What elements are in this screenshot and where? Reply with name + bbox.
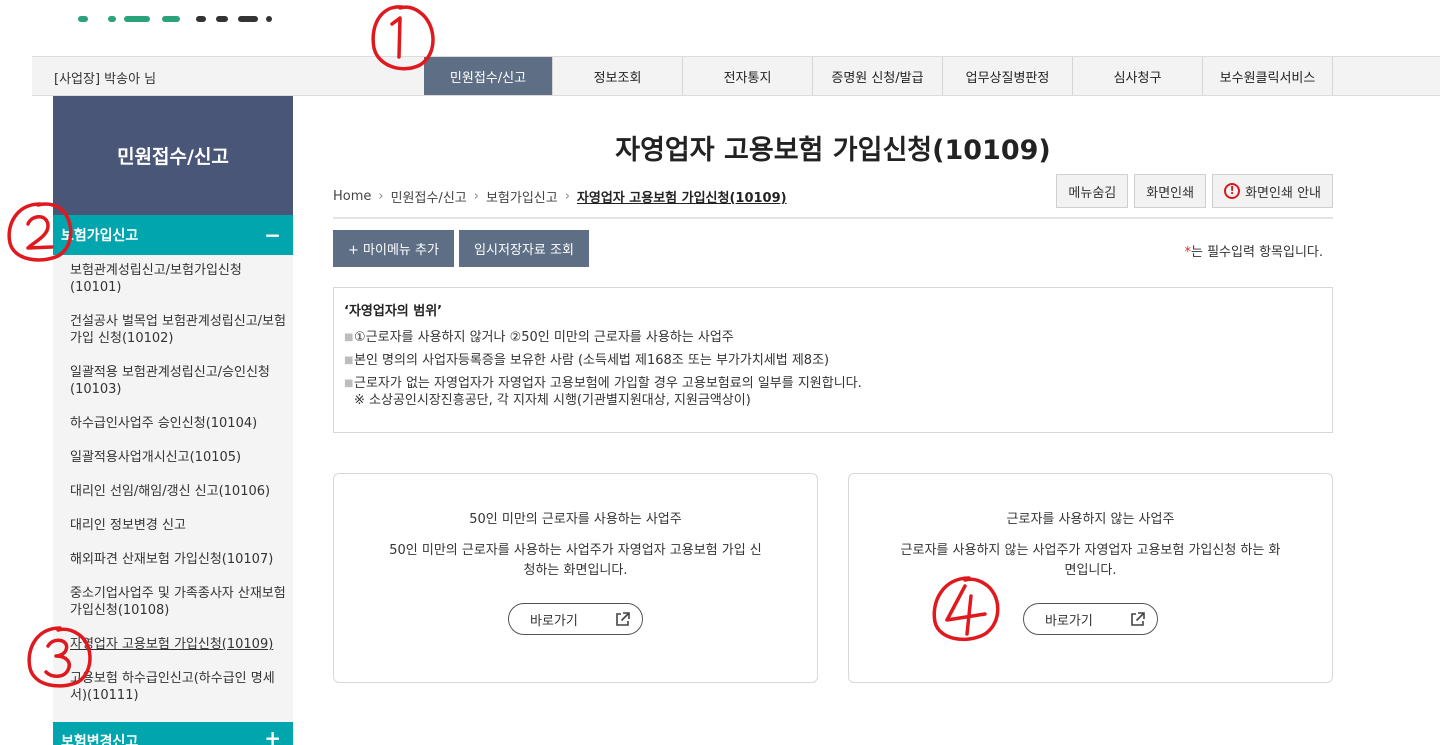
info-line: ■ 근로자가 없는 자영업자가 자영업자 고용보험에 가입할 경우 고용보험료의 … [344,376,1322,392]
alert-icon: ! [1224,183,1241,199]
sidebar-item[interactable]: 대리인 정보변경 신고 [70,517,293,551]
info-line: ■ ①근로자를 사용하지 않거나 ②50인 미만의 근로자를 사용하는 사업주 [344,330,1322,346]
breadcrumb-item[interactable]: 민원접수/신고 [391,187,467,206]
info-subnote: ※ 소상공인시장진흥공단, 각 지자체 시행(기관별지원대상, 지원금액상이) [354,393,751,408]
chevron-right-icon: › [473,189,479,204]
sidebar-item[interactable]: 하수급인사업주 승인신청(10104) [70,415,293,449]
global-nav-bar: [사업장] 박송아 님 민원접수/신고 정보조회 전자통지 증명원 신청/발급 … [32,56,1440,96]
option-card-no-employees: 근로자를 사용하지 않는 사업주 근로자를 사용하지 않는 사업주가 자영업자 … [848,473,1333,683]
chevron-right-icon: › [564,189,570,204]
page-tools: 메뉴숨김 화면인쇄 ! 화면인쇄 안내 [1056,174,1333,208]
info-line-text: ①근로자를 사용하지 않거나 ②50인 미만의 근로자를 사용하는 사업주 [354,330,734,345]
page-title: 자영업자 고용보험 가입신청(10109) [615,135,1051,166]
external-link-icon [616,611,630,626]
gnb-item-pay-one-click[interactable]: 보수원클릭서비스 [1203,57,1333,95]
title-divider [333,217,1333,219]
card-title: 근로자를 사용하지 않는 사업주 [1006,512,1175,527]
print-guide-label: 화면인쇄 안내 [1245,185,1321,201]
breadcrumb-home[interactable]: Home [333,189,371,204]
option-card-under-50: 50인 미만의 근로자를 사용하는 사업주 50인 미만의 근로자를 사용하는 … [333,473,818,683]
required-note: *는 필수입력 항목입니다. [1185,241,1324,260]
sidebar-list: 보험관계성립신고/보험가입신청(10101) 건설공사 벌목업 보험관계성립신고… [53,255,293,721]
print-button[interactable]: 화면인쇄 [1134,174,1207,208]
goto-button[interactable]: 바로가기 [508,603,643,635]
gnb-item-review-request[interactable]: 심사청구 [1073,57,1203,95]
sidebar-item[interactable]: 일괄적용 보험관계성립신고/승인신청(10103) [70,364,293,415]
sidebar-item[interactable]: 해외파견 산재보험 가입신청(10107) [70,551,293,585]
chevron-right-icon: › [378,189,384,204]
bullet-icon: ■ [344,378,354,389]
goto-label: 바로가기 [530,613,578,629]
bullet-icon: ■ [344,355,354,366]
global-menu: 민원접수/신고 정보조회 전자통지 증명원 신청/발급 업무상질병판정 심사청구… [424,57,1333,95]
expand-icon[interactable]: + [264,728,281,745]
info-line-text: 본인 명의의 사업자등록증을 보유한 사람 (소득세법 제168조 또는 부가가… [354,353,830,368]
sidebar-item[interactable]: 고용보험 하수급인신고(하수급인 명세서)(10111) [70,670,293,721]
sidebar-item-current[interactable]: 자영업자 고용보험 가입신청(10109) [70,636,293,670]
gnb-item-civil-report[interactable]: 민원접수/신고 [424,57,553,95]
info-box: ‘자영업자의 범위’ ■ ①근로자를 사용하지 않거나 ②50인 미만의 근로자를… [333,287,1333,433]
card-description: 50인 미만의 근로자를 사용하는 사업주가 자영업자 고용보험 가입 신청하는… [389,543,762,578]
site-logo[interactable] [78,4,278,30]
temp-saved-lookup-button[interactable]: 임시저장자료 조회 [459,230,589,267]
sidebar-item[interactable]: 일괄적용사업개시신고(10105) [70,449,293,483]
sidebar-category-label: 보험가입신고 [61,228,139,244]
sidebar-item[interactable]: 보험관계성립신고/보험가입신청(10101) [70,262,293,313]
info-line: ■ 본인 명의의 사업자등록증을 보유한 사람 (소득세법 제168조 또는 부가… [344,353,1322,369]
user-greeting: [사업장] 박송아 님 [54,72,157,87]
info-line-text: 근로자가 없는 자영업자가 자영업자 고용보험에 가입할 경우 고용보험료의 일… [354,376,862,391]
collapse-icon[interactable]: − [264,223,281,247]
breadcrumb: Home › 민원접수/신고 › 보험가입신고 › 자영업자 고용보험 가입신청… [333,187,787,206]
breadcrumb-item[interactable]: 보험가입신고 [486,187,558,206]
add-my-menu-button[interactable]: + 마이메뉴 추가 [333,230,454,267]
breadcrumb-current: 자영업자 고용보험 가입신청(10109) [576,191,787,206]
gnb-item-e-notice[interactable]: 전자통지 [683,57,813,95]
gnb-item-info-lookup[interactable]: 정보조회 [553,57,683,95]
info-heading: ‘자영업자의 범위’ [344,304,443,319]
required-note-text: 는 필수입력 항목입니다. [1191,245,1323,260]
goto-label: 바로가기 [1045,613,1093,629]
sidebar-category-insurance-join[interactable]: 보험가입신고 − [53,215,293,255]
external-link-icon [1131,611,1145,626]
sidebar-category-insurance-change[interactable]: 보험변경신고 + [53,722,293,745]
sidebar-title: 민원접수/신고 [53,96,293,215]
card-description: 근로자를 사용하지 않는 사업주가 자영업자 고용보험 가입신청 하는 화면입니… [900,543,1281,578]
print-guide-button[interactable]: ! 화면인쇄 안내 [1212,174,1333,208]
gnb-item-certificate[interactable]: 증명원 신청/발급 [813,57,943,95]
sidebar: 민원접수/신고 보험가입신고 − 보험관계성립신고/보험가입신청(10101) … [53,96,293,745]
sidebar-item[interactable]: 대리인 선임/해임/갱신 신고(10106) [70,483,293,517]
sidebar-category2-label: 보험변경신고 [61,734,139,745]
goto-button[interactable]: 바로가기 [1023,603,1158,635]
card-title: 50인 미만의 근로자를 사용하는 사업주 [469,512,682,527]
sidebar-item[interactable]: 건설공사 벌목업 보험관계성립신고/보험가입 신청(10102) [70,313,293,364]
gnb-item-disease-judgment[interactable]: 업무상질병판정 [943,57,1073,95]
bullet-icon: ■ [344,332,354,343]
hide-menu-button[interactable]: 메뉴숨김 [1056,174,1129,208]
sidebar-item[interactable]: 중소기업사업주 및 가족종사자 산재보험가입신청(10108) [70,585,293,636]
